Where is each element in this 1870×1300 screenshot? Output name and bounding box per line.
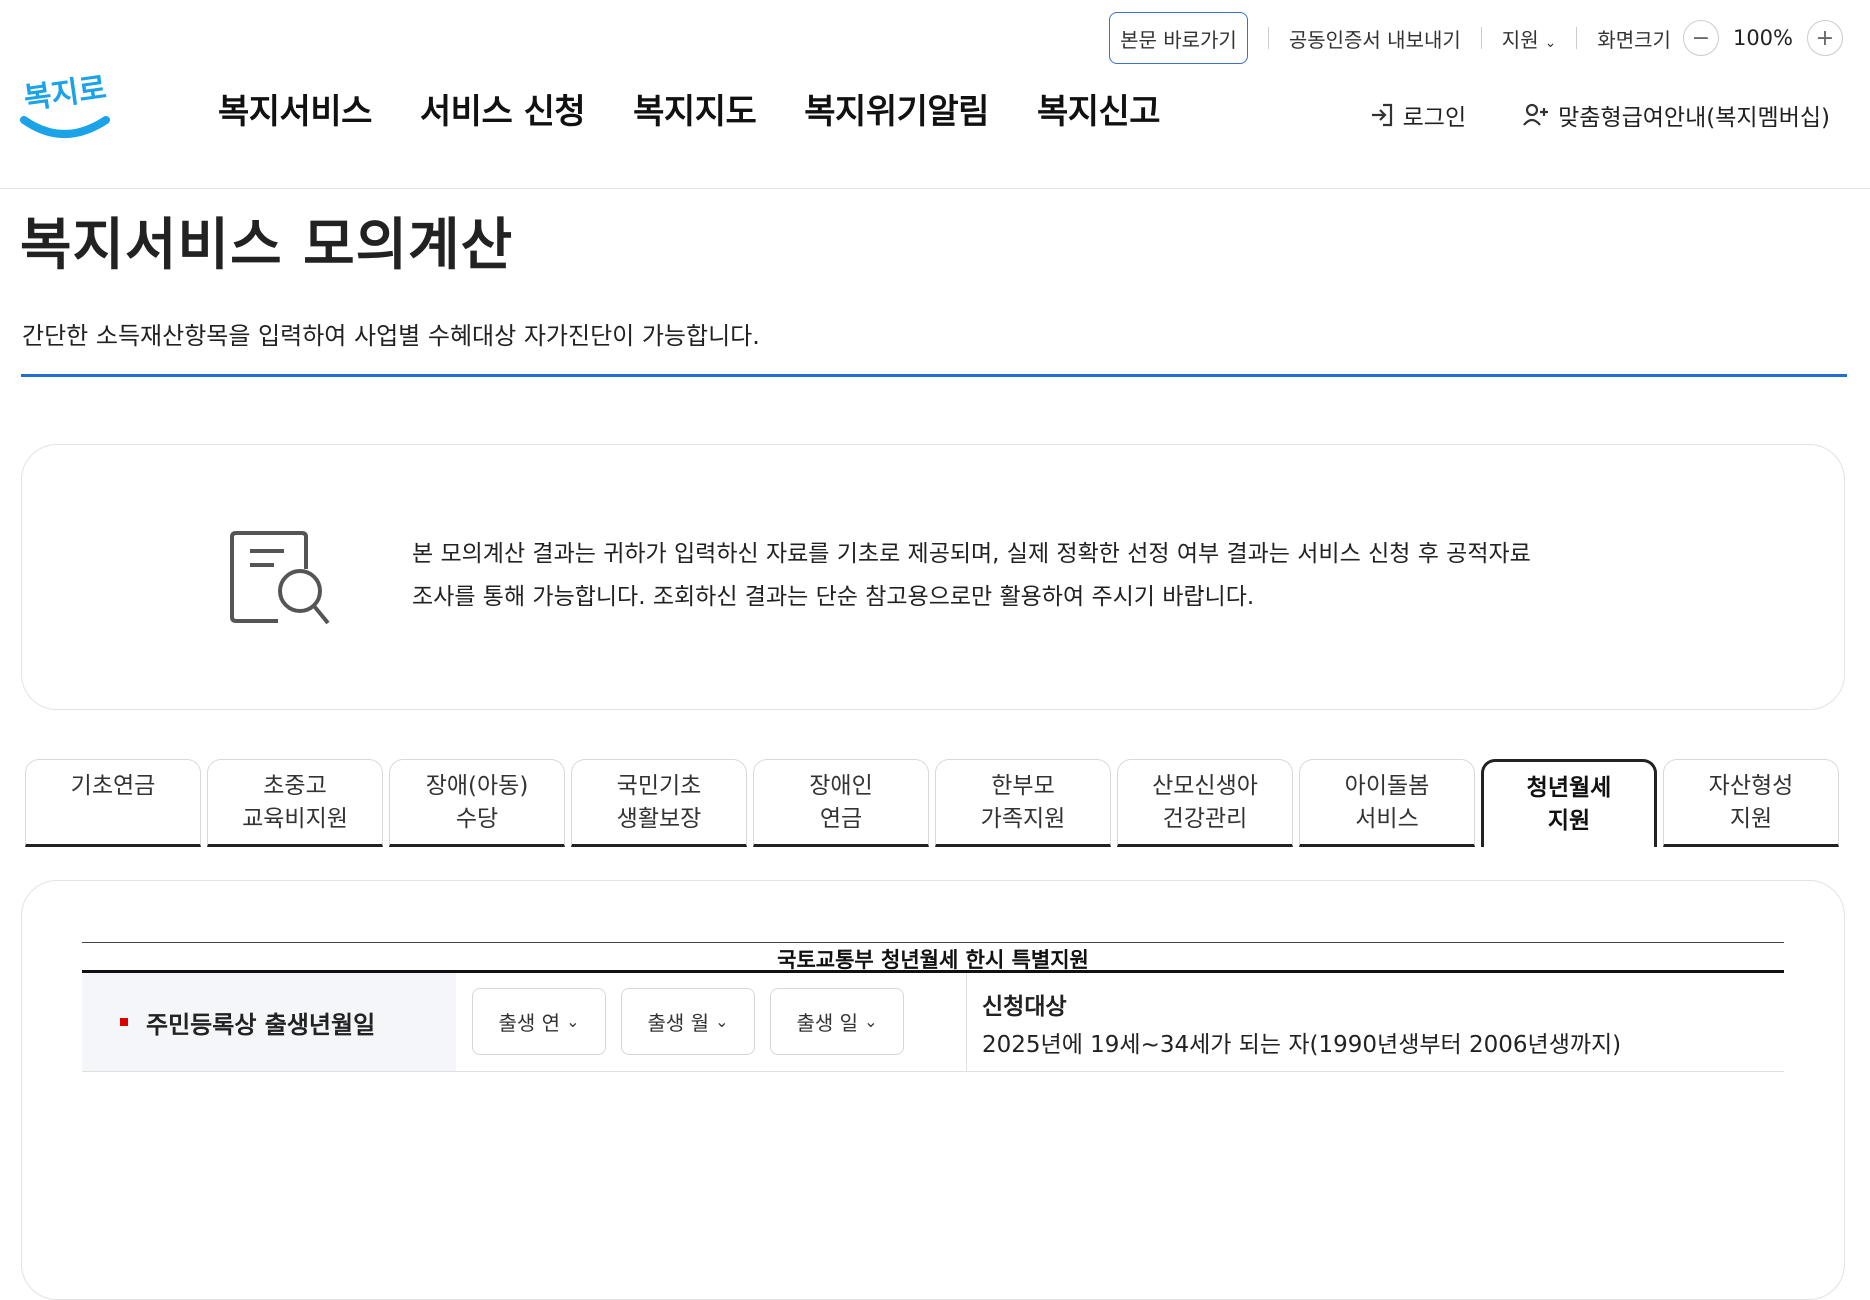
tab-label: 한부모 가족지원 xyxy=(980,773,1066,832)
tab-disability-allowance[interactable]: 장애(아동) 수당 xyxy=(389,759,565,847)
document-search-icon xyxy=(230,531,330,625)
zoom-level: 100% xyxy=(1732,26,1793,50)
skip-to-content-button[interactable]: 본문 바로가기 xyxy=(1109,12,1248,64)
header-actions: 로그인 맞춤형급여안내(복지멤버십) xyxy=(1369,98,1830,132)
chevron-down-icon: ⌄ xyxy=(566,1012,580,1031)
tab-label: 자산형성 지원 xyxy=(1708,773,1794,832)
birth-month-select[interactable]: 출생 월 ⌄ xyxy=(621,988,755,1055)
table-top-border xyxy=(82,942,1784,943)
birthdate-label: 주민등록상 출생년월일 xyxy=(146,1010,376,1039)
divider xyxy=(1267,27,1269,49)
support-dropdown[interactable]: 지원 ⌄ xyxy=(1502,24,1557,53)
tab-basic-livelihood[interactable]: 국민기초 생활보장 xyxy=(571,759,747,847)
membership-label: 맞춤형급여안내(복지멤버십) xyxy=(1558,105,1830,131)
tab-label: 청년월세 지원 xyxy=(1526,775,1612,834)
birth-day-select[interactable]: 출생 일 ⌄ xyxy=(770,988,904,1055)
tab-label: 아이돌봄 서비스 xyxy=(1344,773,1430,832)
user-add-icon xyxy=(1523,103,1549,126)
chevron-down-icon: ⌄ xyxy=(715,1012,729,1031)
tab-basic-pension[interactable]: 기초연금 xyxy=(25,759,201,847)
nav-item-service-apply[interactable]: 서비스 신청 xyxy=(420,84,586,133)
tab-maternal-newborn[interactable]: 산모신생아 건강관리 xyxy=(1117,759,1293,847)
screen-size-label: 화면크기 xyxy=(1597,27,1671,52)
tab-label: 기초연금 xyxy=(70,773,156,799)
notice-line-1: 본 모의계산 결과는 귀하가 입력하신 자료를 기초로 제공되며, 실제 정확한… xyxy=(412,541,1531,567)
nav-item-welfare-map[interactable]: 복지지도 xyxy=(633,84,757,133)
birth-year-value: 출생 연 xyxy=(498,1011,561,1035)
page-description: 간단한 소득재산항목을 입력하여 사업별 수혜대상 자가진단이 가능합니다. xyxy=(22,322,760,350)
nav-item-welfare-services[interactable]: 복지서비스 xyxy=(218,84,372,133)
required-bullet-icon xyxy=(120,1018,128,1026)
login-label: 로그인 xyxy=(1402,105,1467,131)
title-underline xyxy=(21,374,1847,377)
divider xyxy=(1480,27,1482,49)
birthdate-row: 주민등록상 출생년월일 출생 연 ⌄ 출생 월 ⌄ 출생 일 ⌄ 신청대상 2025년… xyxy=(82,973,1784,1072)
service-tabs: 기초연금 초중고 교육비지원 장애(아동) 수당 국민기초 생활보장 장애인 연… xyxy=(25,759,1839,847)
divider xyxy=(1576,27,1578,49)
chevron-down-icon: ⌄ xyxy=(864,1012,878,1031)
header-divider xyxy=(0,188,1870,189)
tab-label: 산모신생아 건강관리 xyxy=(1152,773,1258,832)
calculator-form-box xyxy=(21,880,1845,1300)
birth-month-value: 출생 월 xyxy=(647,1011,710,1035)
tab-child-care[interactable]: 아이돌봄 서비스 xyxy=(1299,759,1475,847)
tab-asset-building[interactable]: 자산형성 지원 xyxy=(1663,759,1839,847)
login-link[interactable]: 로그인 xyxy=(1369,98,1466,132)
row-label: 주민등록상 출생년월일 xyxy=(82,973,456,1071)
tab-single-parent[interactable]: 한부모 가족지원 xyxy=(935,759,1111,847)
birth-year-select[interactable]: 출생 연 ⌄ xyxy=(472,988,606,1055)
main-nav: 복지서비스 서비스 신청 복지지도 복지위기알림 복지신고 xyxy=(218,84,1208,133)
notice-line-2: 조사를 통해 가능합니다. 조회하신 결과는 단순 참고용으로만 활용하여 주시… xyxy=(412,584,1255,610)
nav-item-crisis-alert[interactable]: 복지위기알림 xyxy=(804,84,989,133)
plus-icon: + xyxy=(1815,25,1835,51)
zoom-out-button[interactable]: − xyxy=(1682,20,1719,56)
chevron-down-icon: ⌄ xyxy=(1544,34,1557,51)
support-label: 지원 xyxy=(1501,27,1539,52)
tab-education-support[interactable]: 초중고 교육비지원 xyxy=(207,759,383,847)
tab-youth-rent[interactable]: 청년월세 지원 xyxy=(1481,759,1657,847)
minus-icon: − xyxy=(1691,25,1711,51)
tab-disability-pension[interactable]: 장애인 연금 xyxy=(753,759,929,847)
eligibility-info: 신청대상 2025년에 19세~34세가 되는 자(1990년생부터 2006년… xyxy=(982,987,1621,1059)
membership-link[interactable]: 맞춤형급여안내(복지멤버십) xyxy=(1522,98,1830,132)
tab-label: 초중고 교육비지원 xyxy=(242,773,348,832)
utility-bar: 본문 바로가기 공동인증서 내보내기 지원 ⌄ 화면크기 − 100% + xyxy=(1109,12,1843,64)
eligibility-label: 신청대상 xyxy=(982,994,1067,1020)
zoom-in-button[interactable]: + xyxy=(1807,20,1843,56)
notice-text: 본 모의계산 결과는 귀하가 입력하신 자료를 기초로 제공되며, 실제 정확한… xyxy=(412,533,1652,619)
nav-item-welfare-report[interactable]: 복지신고 xyxy=(1037,84,1161,133)
notice-box: 본 모의계산 결과는 귀하가 입력하신 자료를 기초로 제공되며, 실제 정확한… xyxy=(21,444,1845,710)
birth-day-value: 출생 일 xyxy=(796,1011,859,1035)
tab-label: 장애인 연금 xyxy=(809,773,873,832)
tab-label: 국민기초 생활보장 xyxy=(616,773,702,832)
cert-export-link[interactable]: 공동인증서 내보내기 xyxy=(1289,24,1461,53)
site-logo[interactable]: 복지로 xyxy=(20,66,112,148)
tab-label: 장애(아동) 수당 xyxy=(425,773,529,832)
svg-text:복지로: 복지로 xyxy=(22,71,109,117)
login-icon xyxy=(1371,103,1392,127)
cell-divider xyxy=(966,973,967,1071)
page-title: 복지서비스 모의계산 xyxy=(20,213,514,278)
eligibility-value: 2025년에 19세~34세가 되는 자(1990년생부터 2006년생까지) xyxy=(982,1032,1622,1058)
